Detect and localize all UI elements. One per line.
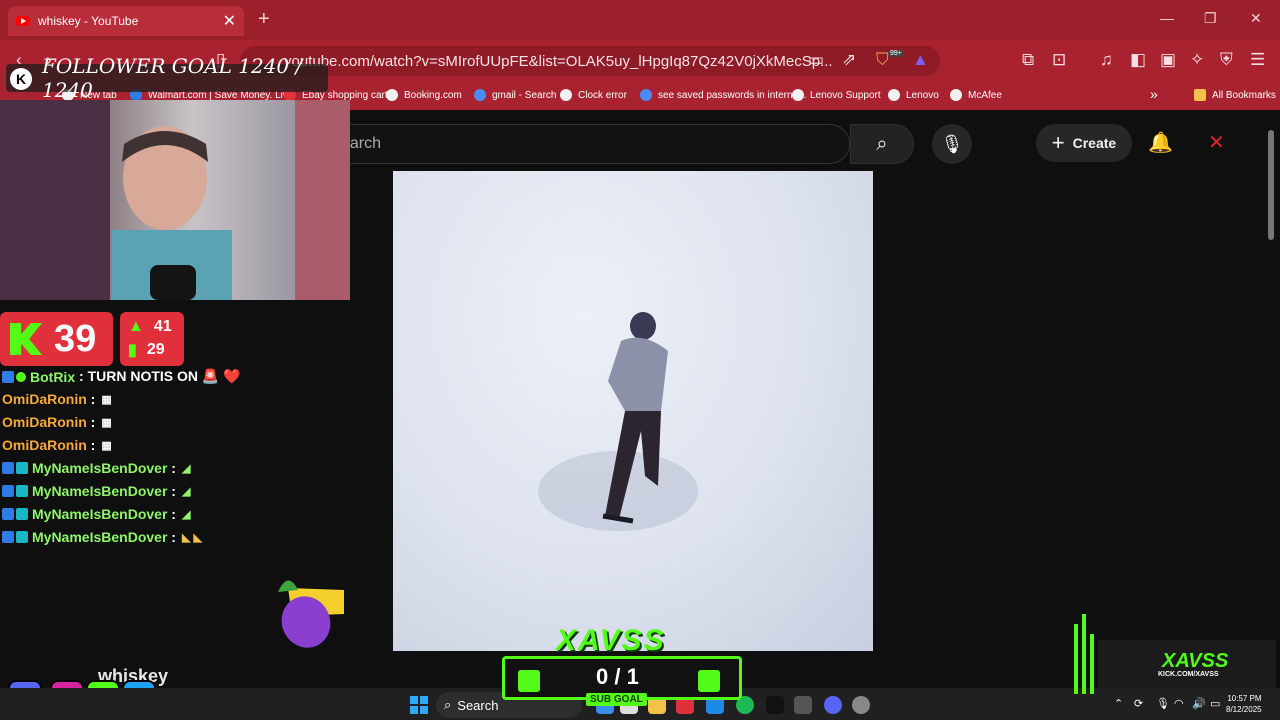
- search-input[interactable]: earch: [330, 124, 850, 164]
- menu-icon[interactable]: ☰: [1250, 50, 1265, 70]
- url-text: youtube.com/watch?v=sMIrofUUpFE&list=OLA…: [284, 52, 833, 70]
- shield-badge: 99+: [888, 50, 904, 57]
- address-bar[interactable]: youtube.com/watch?v=sMIrofUUpFE&list=OLA…: [240, 46, 940, 76]
- wallet-icon[interactable]: ▣: [1160, 50, 1176, 70]
- sub-goal-count: 0 / 1: [596, 664, 639, 689]
- mod-badge-icon: [2, 462, 14, 474]
- vpn-icon[interactable]: ⛨: [1220, 50, 1233, 70]
- sidebar-icon[interactable]: ◧: [1130, 50, 1146, 70]
- eggplant-emote-icon: [278, 580, 344, 648]
- emote-icon: ▦: [101, 416, 112, 429]
- chat-message: BotRix : TURN NOTIS ON 🚨 ❤️: [2, 368, 241, 385]
- leo-icon[interactable]: ✧: [1190, 50, 1204, 70]
- rewards-icon[interactable]: ▲: [912, 50, 929, 70]
- obs-icon[interactable]: [852, 696, 870, 714]
- emote-icon: ◣ ◣: [181, 531, 202, 544]
- sub-badge-icon: [16, 531, 28, 543]
- search-icon: ⌕: [444, 697, 452, 712]
- up-arrow-icon: ▲: [128, 318, 144, 335]
- mod-badge-icon: [2, 370, 14, 383]
- new-tab-button[interactable]: +: [258, 8, 270, 31]
- gift-icon: [698, 670, 720, 692]
- sub-badge-icon: [16, 508, 28, 520]
- tab-title: whiskey - YouTube: [38, 14, 139, 28]
- app-icon[interactable]: [794, 696, 812, 714]
- create-button[interactable]: + Create: [1036, 124, 1132, 162]
- volume-icon[interactable]: 🔊: [1192, 697, 1206, 710]
- viewer-count: 39: [0, 312, 113, 366]
- brand-url: KICK.COM/XAVSS: [1158, 671, 1219, 678]
- emote-icon: ▦: [101, 439, 112, 452]
- music-icon[interactable]: ♫: [1100, 50, 1113, 70]
- kick-icon: [10, 323, 42, 355]
- chat-message: MyNameIsBenDover : ◣ ◣: [2, 529, 202, 545]
- sub-badge-icon: [16, 485, 28, 497]
- windows-icon[interactable]: [410, 696, 428, 714]
- snowboarder-image: [538, 312, 698, 531]
- gift-icon: [518, 670, 540, 692]
- follower-goal: FOLLOWER GOAL 1240 / 1240: [6, 54, 328, 102]
- chat-message: MyNameIsBenDover : ◢: [2, 506, 190, 522]
- mod-badge-icon: [2, 531, 14, 543]
- stream-stats: ▲ 41 ▮ 29: [120, 312, 184, 366]
- window-close-icon[interactable]: ✕: [1250, 10, 1262, 27]
- battery-icon[interactable]: ▭: [1210, 697, 1220, 710]
- emote-icon: ◢: [181, 462, 191, 475]
- mod-badge-icon: [2, 508, 14, 520]
- scrollbar[interactable]: [1268, 130, 1274, 240]
- wifi-icon[interactable]: ◠: [1174, 697, 1184, 710]
- mic-tray-icon[interactable]: 🎙: [1156, 697, 1170, 710]
- emote-icon: ◢: [181, 508, 191, 521]
- tab-close-icon[interactable]: ✕: [223, 11, 236, 31]
- bookmark-item[interactable]: gmail - Search: [474, 89, 556, 101]
- browser-tab[interactable]: whiskey - YouTube ✕: [8, 6, 244, 36]
- netflix-icon[interactable]: [766, 696, 784, 714]
- close-icon[interactable]: ✕: [1208, 130, 1225, 155]
- sub-goal-label: SUB GOAL: [586, 693, 647, 706]
- bookmark-item[interactable]: McAfee: [950, 89, 1002, 101]
- emote-icon: ◢: [181, 485, 191, 498]
- bookmark-item[interactable]: Clock error: [560, 89, 627, 101]
- more-bookmarks-icon[interactable]: »: [1150, 86, 1158, 102]
- chat-message: OmiDaRonin : ▦: [2, 391, 112, 407]
- chat-message: OmiDaRonin : ▦: [2, 437, 112, 453]
- bookmark-item[interactable]: see saved passwords in interne...: [640, 89, 806, 101]
- emote-icon: ▦: [101, 393, 112, 406]
- brand-name: XAVSS: [1162, 650, 1229, 672]
- sync-icon[interactable]: ⟳: [1134, 697, 1143, 710]
- bookmark-item[interactable]: Booking.com: [386, 89, 462, 101]
- mod-badge-icon: [2, 485, 14, 497]
- sub-goal-brand: XAVSS: [556, 624, 666, 657]
- screenshot-icon[interactable]: ⊡: [1052, 50, 1066, 70]
- share-icon[interactable]: ⇗: [842, 50, 856, 70]
- bookmark-item[interactable]: Lenovo: [888, 89, 939, 101]
- chat-message: MyNameIsBenDover : ◢: [2, 483, 190, 499]
- discord-icon[interactable]: [824, 696, 842, 714]
- youtube-favicon-icon: [16, 16, 30, 26]
- webcam-feed: [0, 100, 350, 300]
- video-player[interactable]: [393, 171, 873, 651]
- sub-badge-icon: [16, 462, 28, 474]
- chat-message: OmiDaRonin : ▦: [2, 414, 112, 430]
- chat-message: MyNameIsBenDover : ◢: [2, 460, 190, 476]
- search-icon[interactable]: ⌕: [850, 124, 914, 164]
- bars-icon: ▮: [128, 342, 137, 359]
- plus-icon: +: [1051, 130, 1065, 155]
- mic-icon[interactable]: 🎙: [932, 124, 972, 164]
- restore-icon[interactable]: ❐: [1204, 10, 1217, 27]
- minimize-icon[interactable]: —: [1160, 10, 1174, 26]
- bell-icon[interactable]: 🔔: [1148, 130, 1173, 155]
- verified-icon: [16, 371, 26, 382]
- bookmark-item[interactable]: Lenovo Support: [792, 89, 881, 101]
- clock[interactable]: 10:57 PM 8/12/2025: [1226, 693, 1262, 715]
- tray-overflow-icon[interactable]: ⌃: [1114, 697, 1123, 710]
- brave-shield-icon[interactable]: ⛉: [876, 50, 889, 70]
- all-bookmarks[interactable]: All Bookmarks: [1194, 89, 1276, 101]
- cast-icon[interactable]: ▭: [808, 50, 824, 70]
- kick-icon: K: [10, 68, 32, 90]
- extensions-icon[interactable]: ⧉: [1022, 50, 1034, 70]
